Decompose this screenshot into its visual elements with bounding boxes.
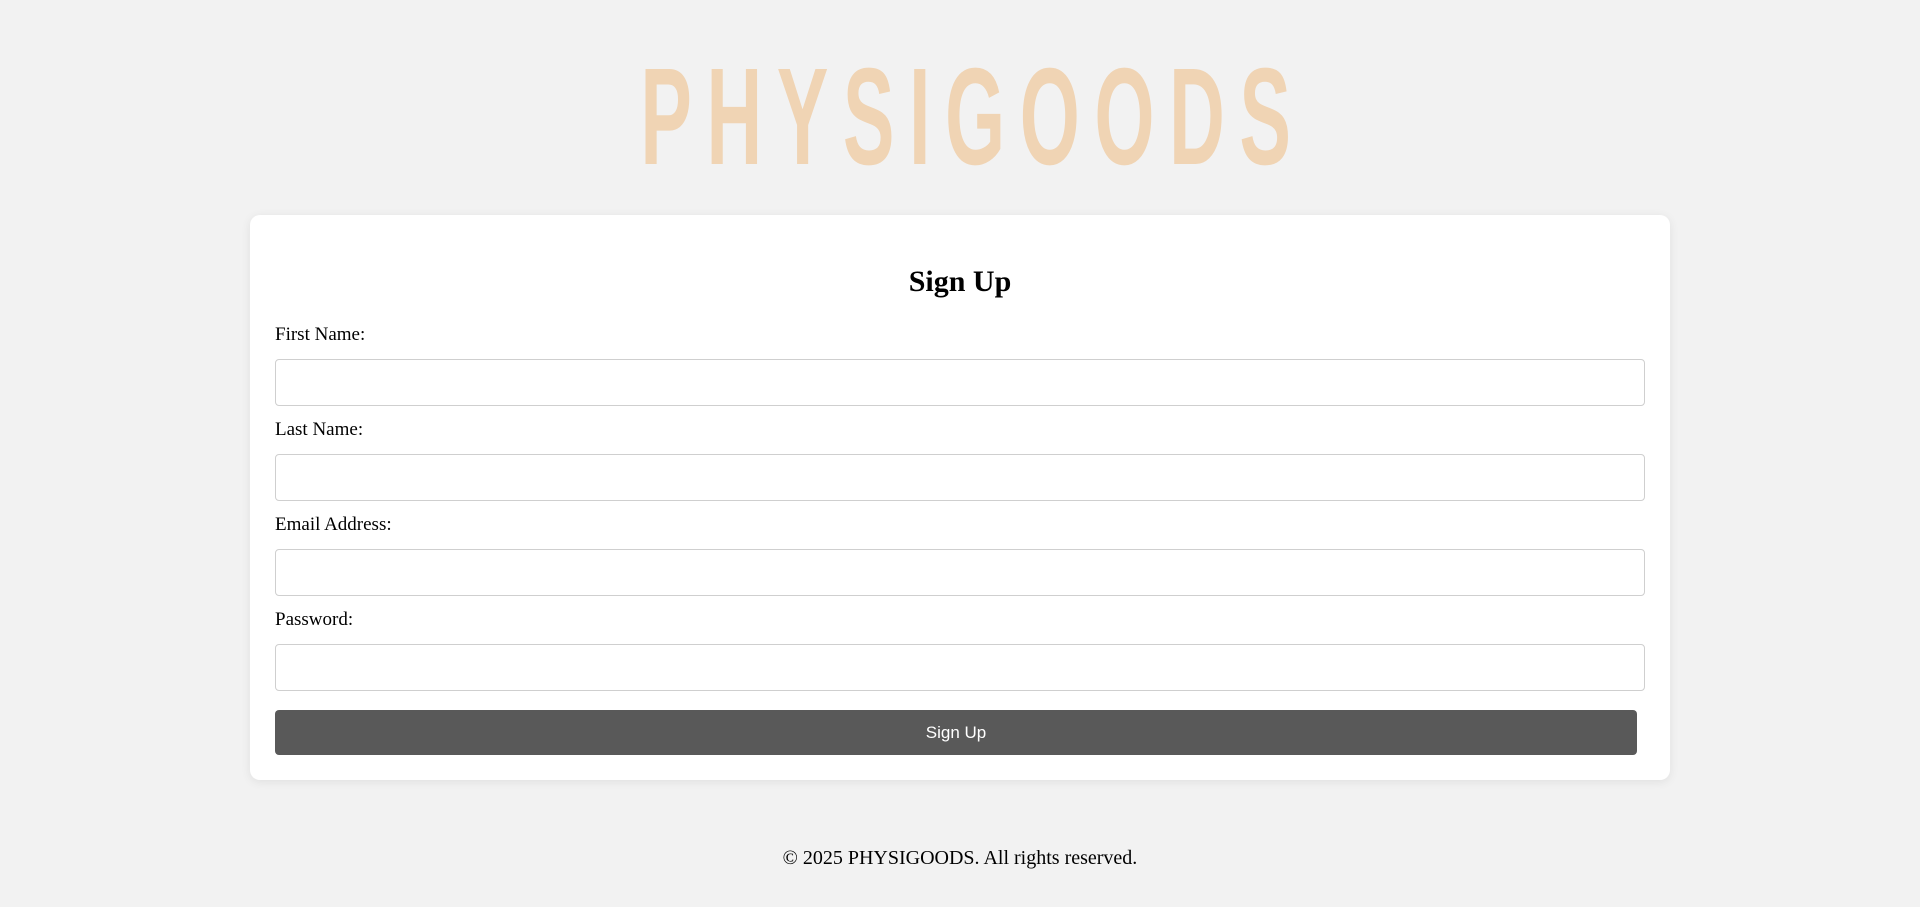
last-name-input[interactable] — [275, 454, 1645, 501]
email-label: Email Address: — [275, 514, 392, 535]
form-title: Sign Up — [908, 265, 1012, 298]
password-input[interactable] — [275, 644, 1645, 691]
signup-page: PHYSIGOODS Sign Up First Name: Last Name… — [0, 0, 1920, 907]
last-name-label: Last Name: — [275, 419, 364, 440]
signup-card: Sign Up First Name: Last Name: Email Add… — [250, 215, 1670, 780]
first-name-label: First Name: — [275, 324, 366, 345]
footer-copyright: © 2025 PHYSIGOODS. All rights reserved. — [782, 847, 1138, 869]
email-input[interactable] — [275, 549, 1645, 596]
brand-logo[interactable]: PHYSIGOODS — [640, 48, 1305, 186]
sign-up-button[interactable]: Sign Up — [275, 710, 1637, 755]
logo-container: PHYSIGOODS — [0, 48, 1920, 186]
password-label: Password: — [275, 609, 354, 630]
first-name-input[interactable] — [275, 359, 1645, 406]
